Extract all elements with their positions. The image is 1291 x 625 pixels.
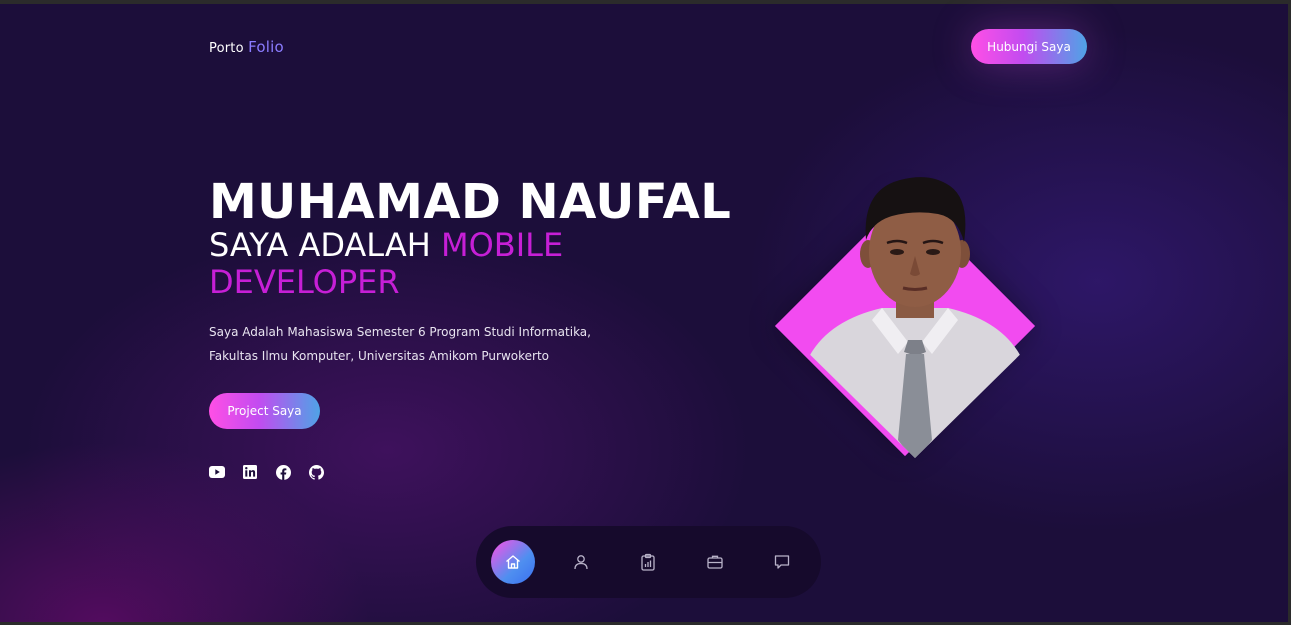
hero-name: MUHAMAD NAUFAL: [209, 174, 732, 230]
logo-accent: Folio: [248, 38, 284, 56]
window-top-border: [0, 0, 1291, 4]
site-logo[interactable]: Porto Folio: [209, 38, 284, 56]
profile-photo: [810, 177, 1020, 458]
clipboard-chart-icon: [641, 553, 655, 571]
github-icon[interactable]: [308, 464, 324, 480]
nav-about[interactable]: [559, 540, 603, 584]
role-prefix: SAYA ADALAH: [209, 226, 431, 264]
nav-skills[interactable]: [626, 540, 670, 584]
logo-prefix: Porto: [209, 41, 244, 56]
description-line-1: Saya Adalah Mahasiswa Semester 6 Program…: [209, 325, 591, 339]
nav-portfolio[interactable]: [693, 540, 737, 584]
facebook-icon[interactable]: [275, 464, 291, 480]
user-icon: [574, 555, 588, 570]
social-links: [209, 464, 324, 480]
message-icon: [774, 555, 790, 569]
description-line-2: Fakultas Ilmu Komputer, Universitas Amik…: [209, 349, 550, 363]
nav-contact[interactable]: [760, 540, 804, 584]
briefcase-icon: [707, 555, 723, 569]
linkedin-icon[interactable]: [242, 464, 258, 480]
nav-home[interactable]: [491, 540, 535, 584]
contact-button[interactable]: Hubungi Saya: [971, 29, 1087, 64]
hero-description: Saya Adalah Mahasiswa Semester 6 Program…: [209, 320, 629, 368]
project-button[interactable]: Project Saya: [209, 393, 320, 429]
home-icon: [506, 555, 520, 569]
hero-role: SAYA ADALAH MOBILE DEVELOPER: [209, 227, 629, 301]
bottom-navigation-dock: [476, 526, 821, 598]
profile-image-frame: [770, 170, 1060, 470]
youtube-icon[interactable]: [209, 464, 225, 480]
